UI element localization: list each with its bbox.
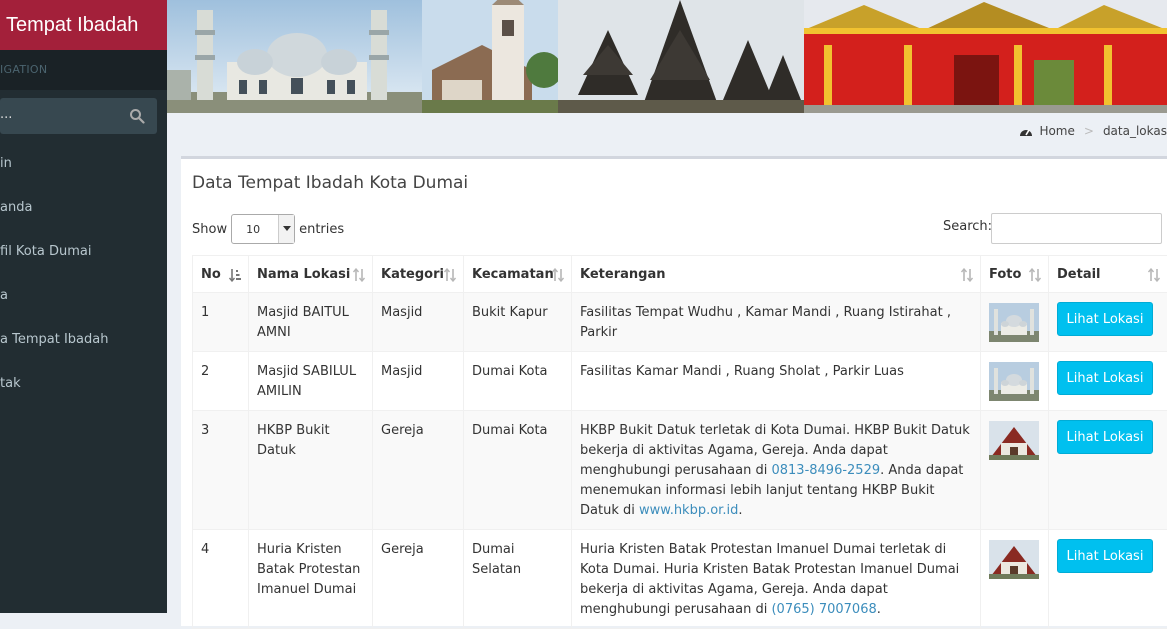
sidebar-search-placeholder: ... xyxy=(0,107,12,122)
sidebar-menu: in anda fil Kota Dumai a a Tempat Ibadah… xyxy=(0,142,167,406)
column-header-kategori[interactable]: Kategori xyxy=(373,256,464,293)
church-photo[interactable] xyxy=(989,540,1039,579)
column-header-no[interactable]: No xyxy=(193,256,249,293)
banner-temple-image xyxy=(558,0,804,113)
sidebar-item-beranda[interactable]: anda xyxy=(0,186,167,230)
cell-kategori: Gereja xyxy=(373,411,464,530)
cell-nama-lokasi: HKBP Bukit Datuk xyxy=(249,411,373,530)
sidebar-item-kontak[interactable]: tak xyxy=(0,362,167,406)
cell-foto xyxy=(981,530,1049,629)
banner-church-image xyxy=(422,0,558,113)
data-box: Data Tempat Ibadah Kota Dumai Show 10 en… xyxy=(181,156,1167,626)
banner-mosque-image xyxy=(167,0,422,113)
sort-asc-icon xyxy=(229,268,241,282)
breadcrumb-current: data_lokas xyxy=(1103,124,1167,138)
table-header-row: No Nama Lokasi Kategori Kecamatan Ketera… xyxy=(193,256,1167,293)
cell-keterangan: HKBP Bukit Datuk terletak di Kota Dumai.… xyxy=(572,411,981,530)
table-search-input[interactable] xyxy=(991,213,1162,244)
table-search-label: Search: xyxy=(943,219,992,234)
lihat-lokasi-button[interactable]: Lihat Lokasi xyxy=(1057,361,1153,395)
box-title: Data Tempat Ibadah Kota Dumai xyxy=(192,173,468,193)
sidebar-item-data-tempat-ibadah[interactable]: a Tempat Ibadah xyxy=(0,318,167,362)
column-header-detail[interactable]: Detail xyxy=(1049,256,1167,293)
sidebar-search: ... xyxy=(0,90,167,142)
entries-label: entries xyxy=(299,222,344,237)
phone-link[interactable]: (0765) 7007068 xyxy=(771,602,876,617)
brand-logo[interactable]: Tempat Ibadah xyxy=(0,0,167,50)
sidebar-item-profil[interactable]: fil Kota Dumai xyxy=(0,230,167,274)
cell-no: 4 xyxy=(193,530,249,629)
sidebar-search-input[interactable]: ... xyxy=(0,98,157,134)
header-banner xyxy=(167,0,1167,113)
cell-detail: Lihat Lokasi xyxy=(1049,530,1167,629)
entries-select[interactable]: 10 xyxy=(231,214,295,244)
column-header-keterangan[interactable]: Keterangan xyxy=(572,256,981,293)
table-row: 1 Masjid BAITUL AMNI Masjid Bukit Kapur … xyxy=(193,293,1167,352)
cell-no: 3 xyxy=(193,411,249,530)
table-row: 3 HKBP Bukit Datuk Gereja Dumai Kota HKB… xyxy=(193,411,1167,530)
cell-kecamatan: Dumai Kota xyxy=(464,411,572,530)
sort-icon xyxy=(961,268,973,282)
cell-foto xyxy=(981,411,1049,530)
church-photo[interactable] xyxy=(989,421,1039,460)
cell-no: 1 xyxy=(193,293,249,352)
table-row: 4 Huria Kristen Batak Protestan Imanuel … xyxy=(193,530,1167,629)
banner-klenteng-image xyxy=(804,0,1167,113)
mosque-photo[interactable] xyxy=(989,303,1039,342)
sidebar-item-admin[interactable]: in xyxy=(0,142,167,186)
column-header-nama-lokasi[interactable]: Nama Lokasi xyxy=(249,256,373,293)
cell-foto xyxy=(981,352,1049,411)
cell-nama-lokasi: Huria Kristen Batak Protestan Imanuel Du… xyxy=(249,530,373,629)
cell-kategori: Masjid xyxy=(373,293,464,352)
sort-icon xyxy=(552,268,564,282)
cell-kategori: Masjid xyxy=(373,352,464,411)
cell-keterangan: Fasilitas Kamar Mandi , Ruang Sholat , P… xyxy=(572,352,981,411)
dashboard-icon xyxy=(1019,125,1033,137)
entries-select-value: 10 xyxy=(246,223,260,236)
nav-header: IGATION xyxy=(0,50,167,90)
cell-detail: Lihat Lokasi xyxy=(1049,411,1167,530)
cell-detail: Lihat Lokasi xyxy=(1049,352,1167,411)
cell-kecamatan: Bukit Kapur xyxy=(464,293,572,352)
cell-kecamatan: Dumai Kota xyxy=(464,352,572,411)
lihat-lokasi-button[interactable]: Lihat Lokasi xyxy=(1057,420,1153,454)
cell-kategori: Gereja xyxy=(373,530,464,629)
show-label: Show xyxy=(192,222,227,237)
cell-nama-lokasi: Masjid BAITUL AMNI xyxy=(249,293,373,352)
breadcrumb: Home > data_lokas xyxy=(1019,124,1167,138)
mosque-photo[interactable] xyxy=(989,362,1039,401)
sort-icon xyxy=(1148,268,1160,282)
data-table: No Nama Lokasi Kategori Kecamatan Ketera… xyxy=(192,255,1167,629)
chevron-down-icon xyxy=(278,215,294,243)
phone-link[interactable]: 0813-8496-2529 xyxy=(771,463,880,478)
sort-icon xyxy=(353,268,365,282)
website-link[interactable]: www.hkbp.or.id xyxy=(639,503,738,518)
cell-keterangan: Huria Kristen Batak Protestan Imanuel Du… xyxy=(572,530,981,629)
search-icon[interactable] xyxy=(129,108,145,124)
sidebar-item-peta[interactable]: a xyxy=(0,274,167,318)
sidebar: Tempat Ibadah IGATION ... in anda fil Ko… xyxy=(0,0,167,613)
column-header-kecamatan[interactable]: Kecamatan xyxy=(464,256,572,293)
lihat-lokasi-button[interactable]: Lihat Lokasi xyxy=(1057,302,1153,336)
breadcrumb-home[interactable]: Home xyxy=(1039,124,1074,138)
breadcrumb-separator: > xyxy=(1084,124,1094,138)
table-row: 2 Masjid SABILUL AMILIN Masjid Dumai Kot… xyxy=(193,352,1167,411)
cell-foto xyxy=(981,293,1049,352)
column-header-foto[interactable]: Foto xyxy=(981,256,1049,293)
entries-length-control: Show 10 entries xyxy=(192,214,344,244)
cell-keterangan: Fasilitas Tempat Wudhu , Kamar Mandi , R… xyxy=(572,293,981,352)
sort-icon xyxy=(444,268,456,282)
cell-nama-lokasi: Masjid SABILUL AMILIN xyxy=(249,352,373,411)
lihat-lokasi-button[interactable]: Lihat Lokasi xyxy=(1057,539,1153,573)
cell-detail: Lihat Lokasi xyxy=(1049,293,1167,352)
cell-kecamatan: Dumai Selatan xyxy=(464,530,572,629)
cell-no: 2 xyxy=(193,352,249,411)
sort-icon xyxy=(1029,268,1041,282)
